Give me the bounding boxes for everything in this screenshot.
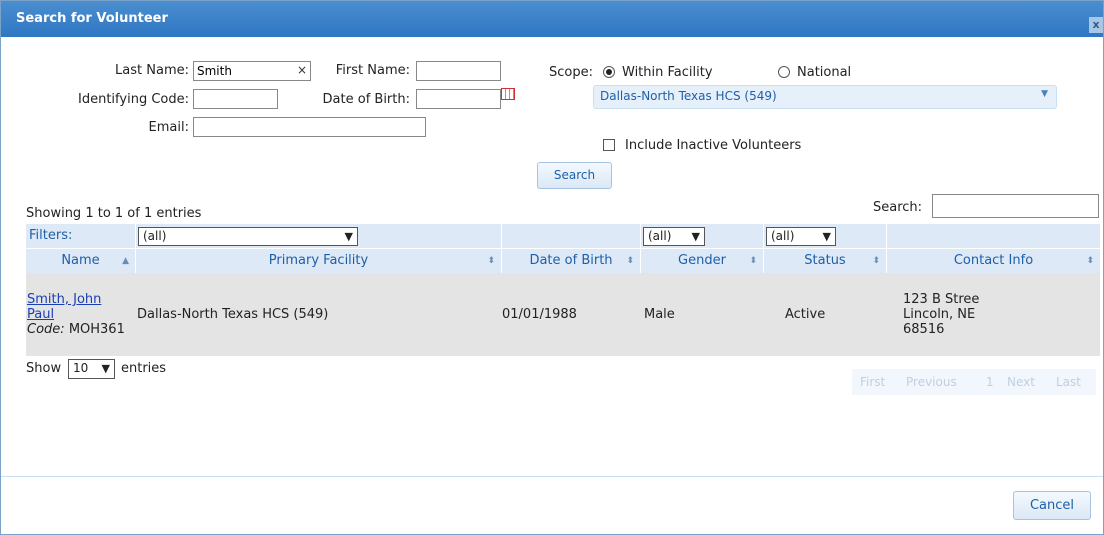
column-header-label: Status: [804, 253, 846, 268]
email-label: Email:: [148, 120, 189, 135]
name-line2: Paul: [27, 307, 55, 322]
table-search-input[interactable]: [932, 194, 1099, 218]
table-info: Showing 1 to 1 of 1 entries: [26, 206, 202, 221]
pager-previous[interactable]: Previous: [906, 369, 957, 395]
contact-cell: 123 B Stree Lincoln, NE 68516: [887, 273, 1100, 356]
pager-next[interactable]: Next: [1007, 369, 1035, 395]
status-filter-select[interactable]: (all) ▼: [766, 227, 836, 246]
dob-input[interactable]: [416, 89, 501, 109]
contact-filter-cell: [887, 224, 1100, 248]
chevron-down-icon: ▼: [101, 362, 110, 375]
facility-select[interactable]: Dallas-North Texas HCS (549) ▼: [593, 85, 1057, 109]
column-header-label: Name: [61, 253, 100, 268]
facility-filter-select[interactable]: (all) ▼: [138, 227, 358, 246]
footer-divider: [1, 476, 1103, 477]
pager-page-1[interactable]: 1: [986, 369, 994, 395]
contact-line3: 68516: [903, 322, 945, 337]
pager-last[interactable]: Last: [1056, 369, 1081, 395]
pager-first[interactable]: First: [860, 369, 885, 395]
column-header-dob[interactable]: Date of Birth ⬍: [502, 249, 641, 273]
pagination: First Previous 1 Next Last: [852, 369, 1096, 395]
name-line1: Smith, John: [27, 292, 102, 307]
dialog-title: Search for Volunteer: [16, 11, 168, 26]
facility-cell: Dallas-North Texas HCS (549): [137, 307, 329, 322]
gender-filter-cell: (all) ▼: [641, 224, 764, 248]
sort-icon: ⬍: [872, 256, 880, 266]
status-filter-value: (all): [771, 229, 795, 243]
sort-icon: ⬍: [749, 256, 757, 266]
dob-filter-cell: [502, 224, 641, 248]
facility-select-value: Dallas-North Texas HCS (549): [600, 89, 777, 103]
facility-filter-value: (all): [143, 229, 167, 243]
dob-cell: 01/01/1988: [502, 307, 577, 322]
length-entries-label: entries: [121, 361, 167, 376]
first-name-input[interactable]: [416, 61, 501, 81]
gender-filter-value: (all): [648, 229, 672, 243]
scope-label: Scope:: [549, 65, 593, 80]
chevron-down-icon: ▼: [344, 230, 353, 243]
email-input[interactable]: [193, 117, 426, 137]
table-header: Name ▲ Primary Facility ⬍ Date of Birth ⬍ G…: [26, 249, 1100, 273]
dob-label: Date of Birth:: [322, 92, 410, 107]
filters-row: Filters: (all) ▼ (all) ▼ (all) ▼: [26, 224, 1100, 248]
scope-national-label[interactable]: National: [797, 65, 851, 80]
include-inactive-checkbox[interactable]: [603, 139, 615, 151]
search-volunteer-dialog: Search for Volunteer x Last Name: × Firs…: [0, 0, 1104, 535]
sort-icon: ⬍: [1086, 256, 1094, 266]
column-header-contact[interactable]: Contact Info ⬍: [887, 249, 1100, 273]
table-search-label: Search:: [873, 200, 923, 215]
column-header-label: Date of Birth: [529, 253, 613, 268]
column-header-label: Primary Facility: [268, 253, 369, 268]
gender-filter-select[interactable]: (all) ▼: [643, 227, 705, 246]
scope-within-radio[interactable]: [603, 66, 615, 78]
identifying-code-label: Identifying Code:: [78, 92, 189, 107]
calendar-icon[interactable]: [501, 88, 515, 100]
code-value: MOH361: [68, 322, 125, 337]
identifying-code-input[interactable]: [193, 89, 278, 109]
facility-filter-cell: (all) ▼: [136, 224, 502, 248]
sort-asc-icon: ▲: [122, 256, 129, 266]
filters-label: Filters:: [26, 224, 136, 248]
length-select[interactable]: 10 ▼: [68, 359, 115, 379]
gender-cell: Male: [644, 307, 675, 322]
volunteer-name-link[interactable]: Smith, John Paul: [27, 292, 101, 322]
scope-national-radio[interactable]: [778, 66, 790, 78]
length-select-value: 10: [73, 361, 89, 375]
last-name-label: Last Name:: [115, 63, 189, 78]
column-header-facility[interactable]: Primary Facility ⬍: [136, 249, 502, 273]
scope-within-label[interactable]: Within Facility: [622, 65, 713, 80]
close-icon[interactable]: x: [1089, 17, 1103, 33]
sort-icon: ⬍: [487, 256, 495, 266]
sort-icon: ⬍: [626, 256, 634, 266]
contact-line1: 123 B Stree: [903, 292, 980, 307]
column-header-label: Contact Info: [953, 253, 1034, 268]
last-name-input[interactable]: [193, 61, 311, 81]
column-header-gender[interactable]: Gender ⬍: [641, 249, 764, 273]
chevron-down-icon: ▼: [822, 230, 831, 243]
column-header-label: Gender: [678, 253, 726, 268]
length-show-label: Show: [26, 361, 62, 376]
status-filter-cell: (all) ▼: [764, 224, 887, 248]
first-name-label: First Name:: [335, 63, 410, 78]
chevron-down-icon: ▼: [691, 230, 700, 243]
name-cell: Smith, John Paul Code: MOH361: [26, 273, 136, 356]
code-label: Code:: [27, 322, 65, 337]
table-row: Smith, John Paul Code: MOH361 Dallas-Nort…: [26, 273, 1100, 356]
chevron-down-icon: ▼: [1041, 89, 1048, 99]
dialog-titlebar[interactable]: Search for Volunteer x: [1, 1, 1103, 37]
search-button[interactable]: Search: [537, 162, 612, 189]
status-cell: Active: [785, 307, 826, 322]
column-header-name[interactable]: Name ▲: [26, 249, 136, 273]
column-header-status[interactable]: Status ⬍: [764, 249, 887, 273]
contact-line2: Lincoln, NE: [903, 307, 976, 322]
include-inactive-label[interactable]: Include Inactive Volunteers: [625, 138, 801, 153]
clear-last-name-icon[interactable]: ×: [297, 63, 307, 77]
cancel-button[interactable]: Cancel: [1013, 491, 1091, 520]
